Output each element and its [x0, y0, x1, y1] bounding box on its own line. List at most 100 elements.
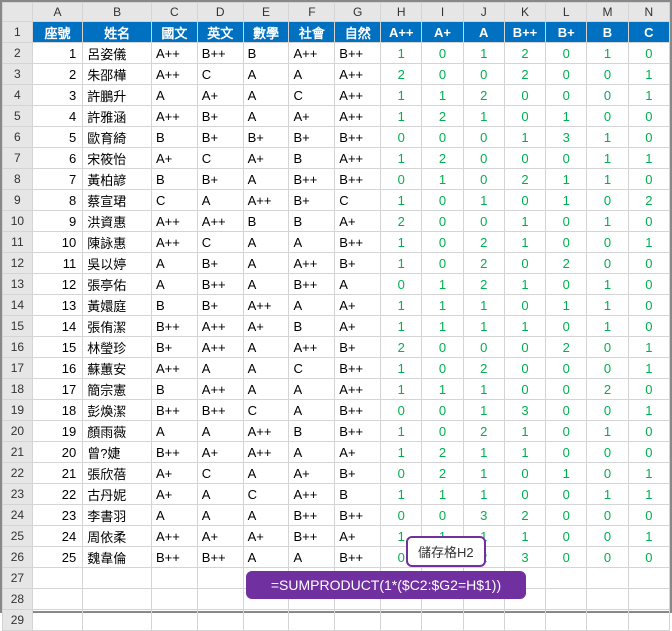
grade-cell[interactable]: B: [151, 295, 197, 316]
count-cell[interactable]: 1: [381, 253, 422, 274]
grade-cell[interactable]: A++: [335, 148, 381, 169]
grade-cell[interactable]: A: [243, 232, 289, 253]
seat-cell[interactable]: 2: [32, 64, 82, 85]
grade-cell[interactable]: B: [151, 127, 197, 148]
count-cell[interactable]: 0: [546, 274, 587, 295]
header-cell[interactable]: A+: [422, 22, 463, 43]
count-cell[interactable]: 2: [504, 505, 545, 526]
count-cell[interactable]: 0: [587, 358, 628, 379]
count-cell[interactable]: 0: [422, 505, 463, 526]
count-cell[interactable]: 2: [422, 148, 463, 169]
count-cell[interactable]: 0: [504, 253, 545, 274]
name-cell[interactable]: 歐育綺: [83, 127, 152, 148]
grade-cell[interactable]: A++: [151, 358, 197, 379]
grade-cell[interactable]: A+: [335, 442, 381, 463]
count-cell[interactable]: 0: [546, 484, 587, 505]
column-header-E[interactable]: E: [243, 3, 289, 22]
count-cell[interactable]: 0: [628, 274, 669, 295]
column-header-I[interactable]: I: [422, 3, 463, 22]
count-cell[interactable]: 1: [628, 526, 669, 547]
name-cell[interactable]: 吳以婷: [83, 253, 152, 274]
grade-cell[interactable]: C: [197, 463, 243, 484]
count-cell[interactable]: 1: [422, 379, 463, 400]
grade-cell[interactable]: B++: [289, 169, 335, 190]
name-cell[interactable]: 蔡宣珺: [83, 190, 152, 211]
count-cell[interactable]: 1: [381, 379, 422, 400]
grade-cell[interactable]: B+: [197, 127, 243, 148]
grade-cell[interactable]: B++: [335, 169, 381, 190]
count-cell[interactable]: 1: [463, 316, 504, 337]
grade-cell[interactable]: A++: [243, 442, 289, 463]
grade-cell[interactable]: B++: [335, 358, 381, 379]
grade-cell[interactable]: A: [243, 253, 289, 274]
seat-cell[interactable]: 18: [32, 400, 82, 421]
count-cell[interactable]: 1: [546, 190, 587, 211]
count-cell[interactable]: 1: [628, 463, 669, 484]
count-cell[interactable]: 2: [422, 442, 463, 463]
header-cell[interactable]: 數學: [243, 22, 289, 43]
grade-cell[interactable]: A++: [243, 190, 289, 211]
grade-cell[interactable]: B++: [151, 547, 197, 568]
count-cell[interactable]: 0: [587, 526, 628, 547]
name-cell[interactable]: 許鵬升: [83, 85, 152, 106]
count-cell[interactable]: 0: [628, 505, 669, 526]
count-cell[interactable]: 0: [422, 337, 463, 358]
count-cell[interactable]: 3: [546, 127, 587, 148]
seat-cell[interactable]: 3: [32, 85, 82, 106]
column-header-A[interactable]: A: [32, 3, 82, 22]
count-cell[interactable]: 0: [628, 253, 669, 274]
count-cell[interactable]: 0: [546, 43, 587, 64]
grade-cell[interactable]: B++: [335, 421, 381, 442]
grade-cell[interactable]: A: [151, 421, 197, 442]
row-header-21[interactable]: 21: [3, 442, 33, 463]
name-cell[interactable]: 魏韋倫: [83, 547, 152, 568]
count-cell[interactable]: 1: [587, 211, 628, 232]
grade-cell[interactable]: A++: [289, 484, 335, 505]
grade-cell[interactable]: A: [243, 169, 289, 190]
name-cell[interactable]: 李書羽: [83, 505, 152, 526]
count-cell[interactable]: 0: [546, 358, 587, 379]
count-cell[interactable]: 0: [422, 400, 463, 421]
empty-cell[interactable]: [32, 589, 82, 610]
count-cell[interactable]: 0: [504, 379, 545, 400]
column-header-G[interactable]: G: [335, 3, 381, 22]
header-cell[interactable]: A: [463, 22, 504, 43]
grade-cell[interactable]: A: [151, 85, 197, 106]
grade-cell[interactable]: B+: [335, 463, 381, 484]
column-header-M[interactable]: M: [587, 3, 628, 22]
grade-cell[interactable]: A: [289, 400, 335, 421]
empty-cell[interactable]: [546, 589, 587, 610]
count-cell[interactable]: 1: [463, 379, 504, 400]
grade-cell[interactable]: A: [151, 253, 197, 274]
name-cell[interactable]: 曾?婕: [83, 442, 152, 463]
count-cell[interactable]: 0: [628, 547, 669, 568]
name-cell[interactable]: 許雅涵: [83, 106, 152, 127]
grade-cell[interactable]: C: [289, 358, 335, 379]
grade-cell[interactable]: A+: [289, 106, 335, 127]
grade-cell[interactable]: A++: [151, 526, 197, 547]
grade-cell[interactable]: A++: [151, 232, 197, 253]
grade-cell[interactable]: B++: [335, 127, 381, 148]
count-cell[interactable]: 1: [628, 64, 669, 85]
count-cell[interactable]: 0: [546, 232, 587, 253]
grade-cell[interactable]: A++: [335, 64, 381, 85]
grade-cell[interactable]: B: [151, 169, 197, 190]
grade-cell[interactable]: C: [289, 85, 335, 106]
count-cell[interactable]: 0: [628, 421, 669, 442]
count-cell[interactable]: 0: [587, 64, 628, 85]
count-cell[interactable]: 0: [546, 400, 587, 421]
count-cell[interactable]: 1: [381, 484, 422, 505]
grade-cell[interactable]: A+: [335, 295, 381, 316]
empty-cell[interactable]: [546, 568, 587, 589]
row-header-18[interactable]: 18: [3, 379, 33, 400]
count-cell[interactable]: 0: [463, 148, 504, 169]
count-cell[interactable]: 0: [504, 148, 545, 169]
count-cell[interactable]: 0: [504, 358, 545, 379]
count-cell[interactable]: 0: [422, 211, 463, 232]
grade-cell[interactable]: A++: [335, 379, 381, 400]
grade-cell[interactable]: A: [243, 85, 289, 106]
grade-cell[interactable]: A: [197, 190, 243, 211]
count-cell[interactable]: 2: [463, 253, 504, 274]
count-cell[interactable]: 0: [504, 190, 545, 211]
count-cell[interactable]: 2: [463, 274, 504, 295]
